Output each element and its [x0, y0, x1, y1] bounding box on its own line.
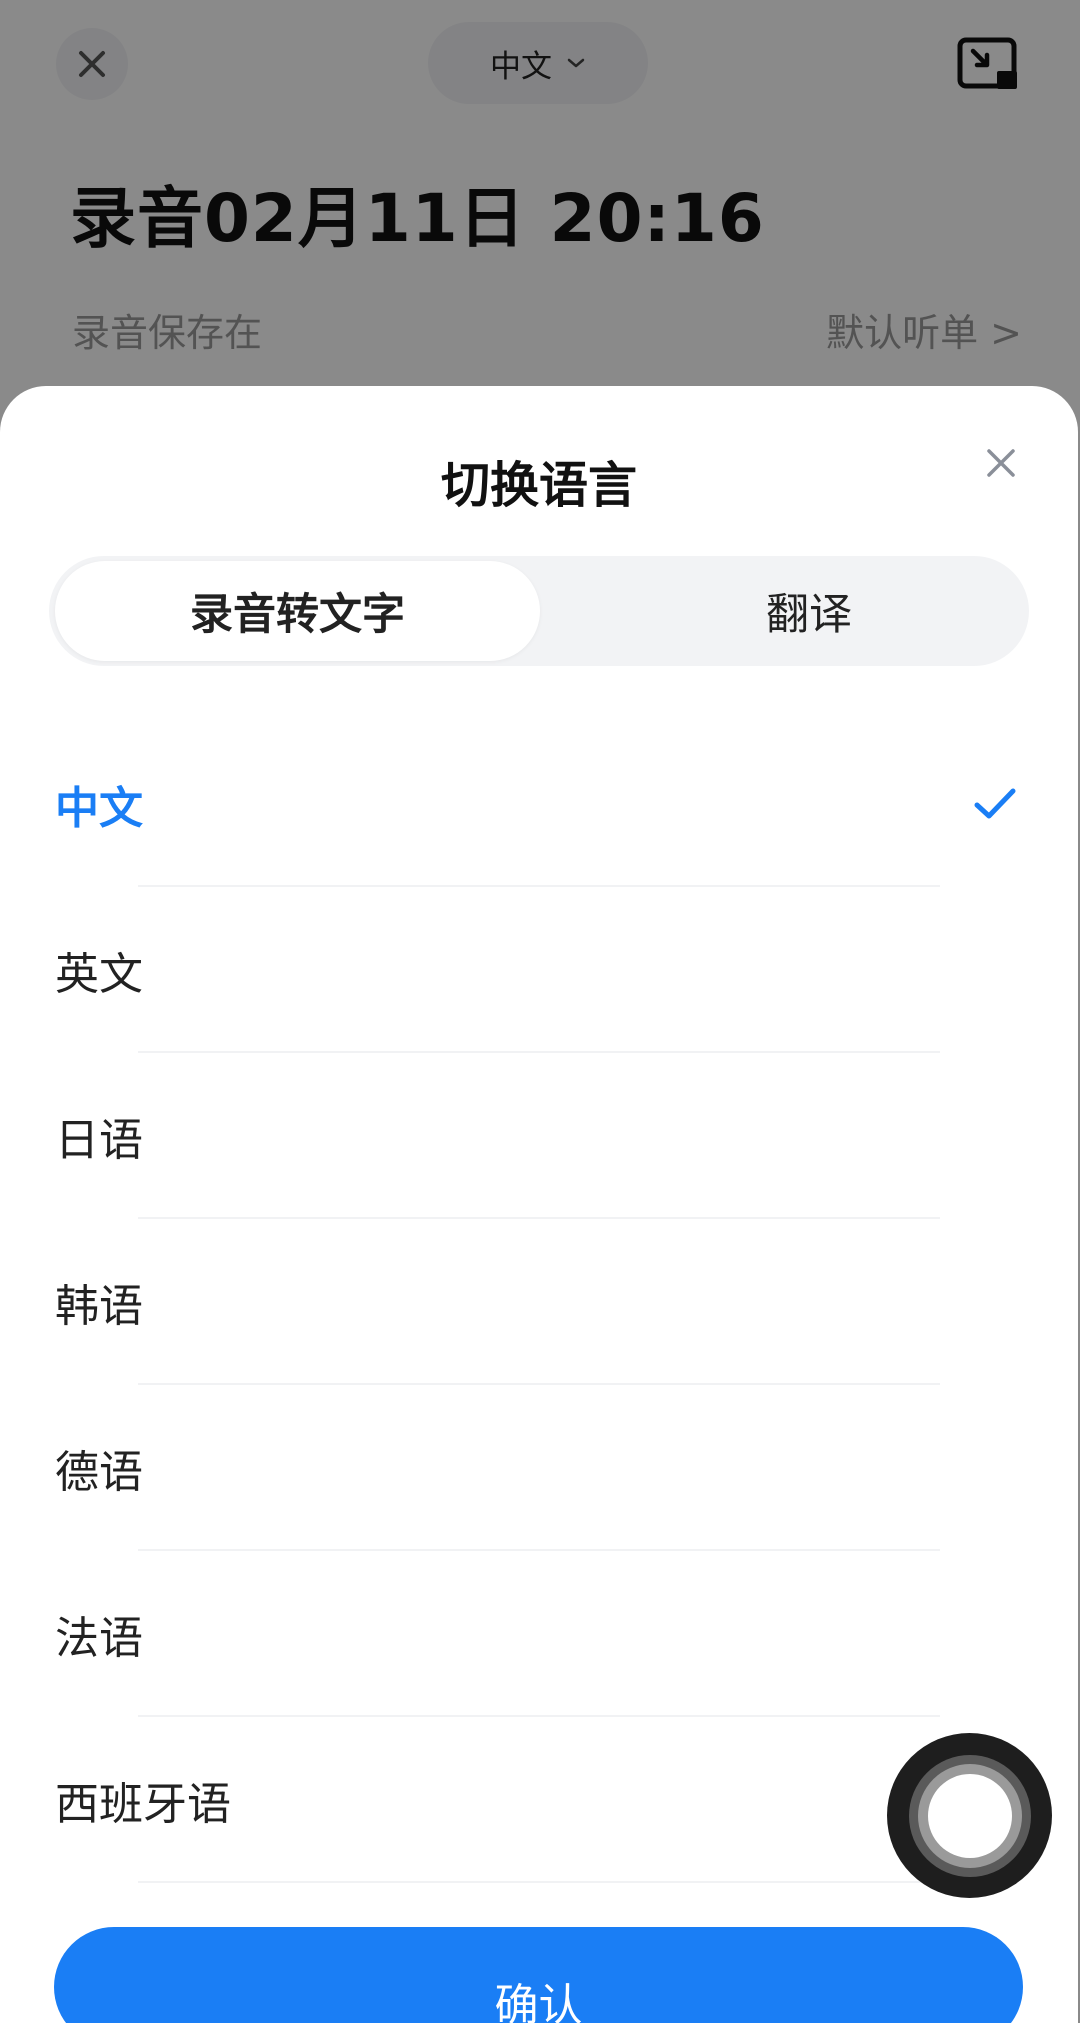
language-label: 中文 — [55, 783, 143, 834]
language-item-english[interactable]: 英文 — [0, 887, 1078, 1053]
language-label: 日语 — [55, 1115, 143, 1166]
language-item-german[interactable]: 德语 — [0, 1385, 1078, 1551]
assistive-touch-ring — [917, 1763, 1022, 1868]
sheet-title: 切换语言 — [440, 457, 637, 514]
tab-transcription[interactable]: 录音转文字 — [55, 561, 540, 661]
tab-translation[interactable]: 翻译 — [589, 561, 1029, 661]
language-label: 德语 — [55, 1447, 143, 1498]
sheet-close-button[interactable] — [974, 436, 1028, 490]
language-list: 中文 英文 日语 韩语 德语 法语 西班牙语 — [0, 721, 1078, 1883]
checkmark-icon — [974, 788, 1016, 819]
language-item-korean[interactable]: 韩语 — [0, 1219, 1078, 1385]
language-item-japanese[interactable]: 日语 — [0, 1053, 1078, 1219]
mode-tabs: 录音转文字 翻译 — [49, 556, 1029, 666]
language-item-french[interactable]: 法语 — [0, 1551, 1078, 1717]
assistive-touch-core — [927, 1773, 1012, 1858]
assistive-touch-icon — [908, 1754, 1031, 1877]
confirm-button[interactable]: 确认 — [54, 1927, 1023, 2023]
assistive-touch-button[interactable] — [887, 1733, 1052, 1898]
language-label: 法语 — [55, 1613, 143, 1664]
close-icon — [987, 449, 1015, 477]
divider — [138, 1881, 940, 1883]
language-label: 英文 — [55, 949, 143, 1000]
language-item-chinese[interactable]: 中文 — [0, 721, 1078, 887]
language-label: 西班牙语 — [55, 1779, 231, 1830]
language-label: 韩语 — [55, 1281, 143, 1332]
